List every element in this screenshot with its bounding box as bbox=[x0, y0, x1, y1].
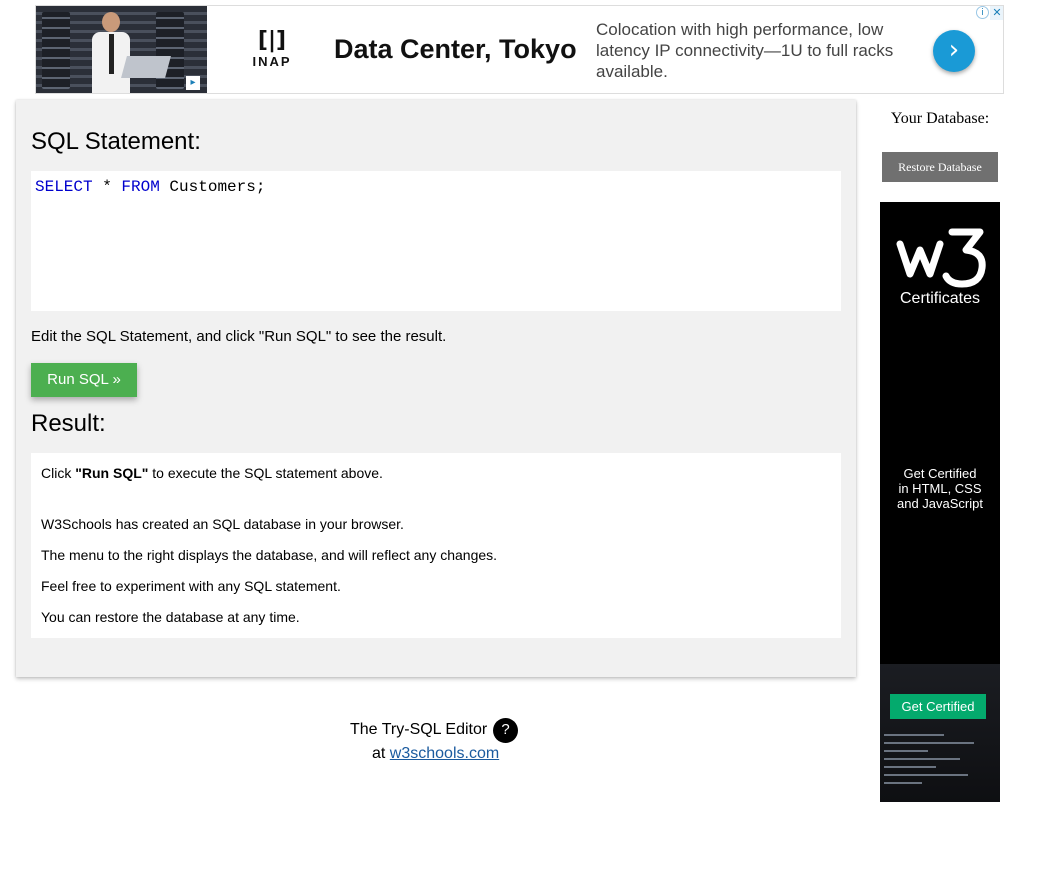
ad-logo: [|] INAP bbox=[246, 28, 298, 76]
info-icon[interactable]: i bbox=[976, 6, 989, 19]
result-instruction: Click "Run SQL" to execute the SQL state… bbox=[41, 465, 383, 481]
ad-person-figure bbox=[88, 12, 134, 93]
sql-code[interactable]: SELECT * FROM Customers; bbox=[35, 178, 265, 196]
w3-tagline-line: and JavaScript bbox=[897, 496, 983, 511]
result-area: Click "Run SQL" to execute the SQL state… bbox=[31, 453, 841, 638]
top-ad-banner[interactable]: ▸ [|] INAP Data Center, Tokyo Colocation… bbox=[35, 5, 1004, 94]
get-certified-button[interactable]: Get Certified bbox=[890, 694, 986, 719]
close-icon[interactable]: ✕ bbox=[990, 6, 1003, 20]
your-database-label: Your Database: bbox=[890, 110, 990, 127]
result-heading: Result: bbox=[31, 410, 106, 437]
footer-at-line: at w3schools.com bbox=[372, 745, 499, 763]
run-sql-button[interactable]: Run SQL » bbox=[31, 363, 137, 397]
result-click-prefix: Click bbox=[41, 465, 76, 481]
result-run-sql-bold: "Run SQL" bbox=[75, 465, 149, 481]
adchoices-icon: ▸ bbox=[186, 76, 200, 90]
footer-at-label: at bbox=[372, 745, 386, 762]
result-line: The menu to the right displays the datab… bbox=[41, 547, 498, 563]
w3-laptop-screen bbox=[880, 664, 1000, 802]
editor-panel: SQL Statement: SELECT * FROM Customers; … bbox=[16, 100, 856, 677]
result-line: W3Schools has created an SQL database in… bbox=[41, 516, 404, 532]
w3-certificates-text: Certificates bbox=[899, 290, 981, 307]
ad-logo-word: INAP bbox=[252, 54, 292, 69]
sql-token-table: Customers; bbox=[159, 178, 266, 196]
ad-datacenter-photo: ▸ bbox=[36, 6, 207, 93]
result-click-suffix: to execute the SQL statement above. bbox=[148, 465, 383, 481]
try-sql-editor-label: The Try-SQL Editor bbox=[350, 721, 488, 738]
result-line: You can restore the database at any time… bbox=[41, 609, 300, 625]
sql-keyword-select: SELECT bbox=[35, 178, 93, 196]
help-icon[interactable]: ? bbox=[493, 718, 518, 743]
editor-hint: Edit the SQL Statement, and click "Run S… bbox=[31, 328, 447, 345]
ad-copy: Colocation with high performance, low la… bbox=[596, 20, 894, 81]
w3-certificates-ad[interactable]: Certificates Get Certified in HTML, CSS … bbox=[880, 202, 1000, 802]
w3-tagline: Get Certified in HTML, CSS and JavaScrip… bbox=[880, 466, 1000, 511]
chevron-right-icon[interactable]: › bbox=[933, 30, 975, 72]
sql-editor[interactable]: SELECT * FROM Customers; bbox=[31, 171, 841, 311]
w3-logo-icon bbox=[896, 228, 986, 288]
ad-title: Data Center, Tokyo bbox=[334, 34, 577, 64]
restore-database-button[interactable]: Restore Database bbox=[882, 152, 998, 182]
sql-token-star: * bbox=[92, 178, 122, 196]
w3schools-link[interactable]: w3schools.com bbox=[390, 745, 499, 762]
result-line: Feel free to experiment with any SQL sta… bbox=[41, 578, 341, 594]
w3-tagline-line: in HTML, CSS bbox=[898, 481, 982, 496]
sql-statement-heading: SQL Statement: bbox=[31, 128, 201, 155]
w3-tagline-line: Get Certified bbox=[903, 466, 977, 481]
sql-keyword-from: FROM bbox=[121, 178, 160, 196]
